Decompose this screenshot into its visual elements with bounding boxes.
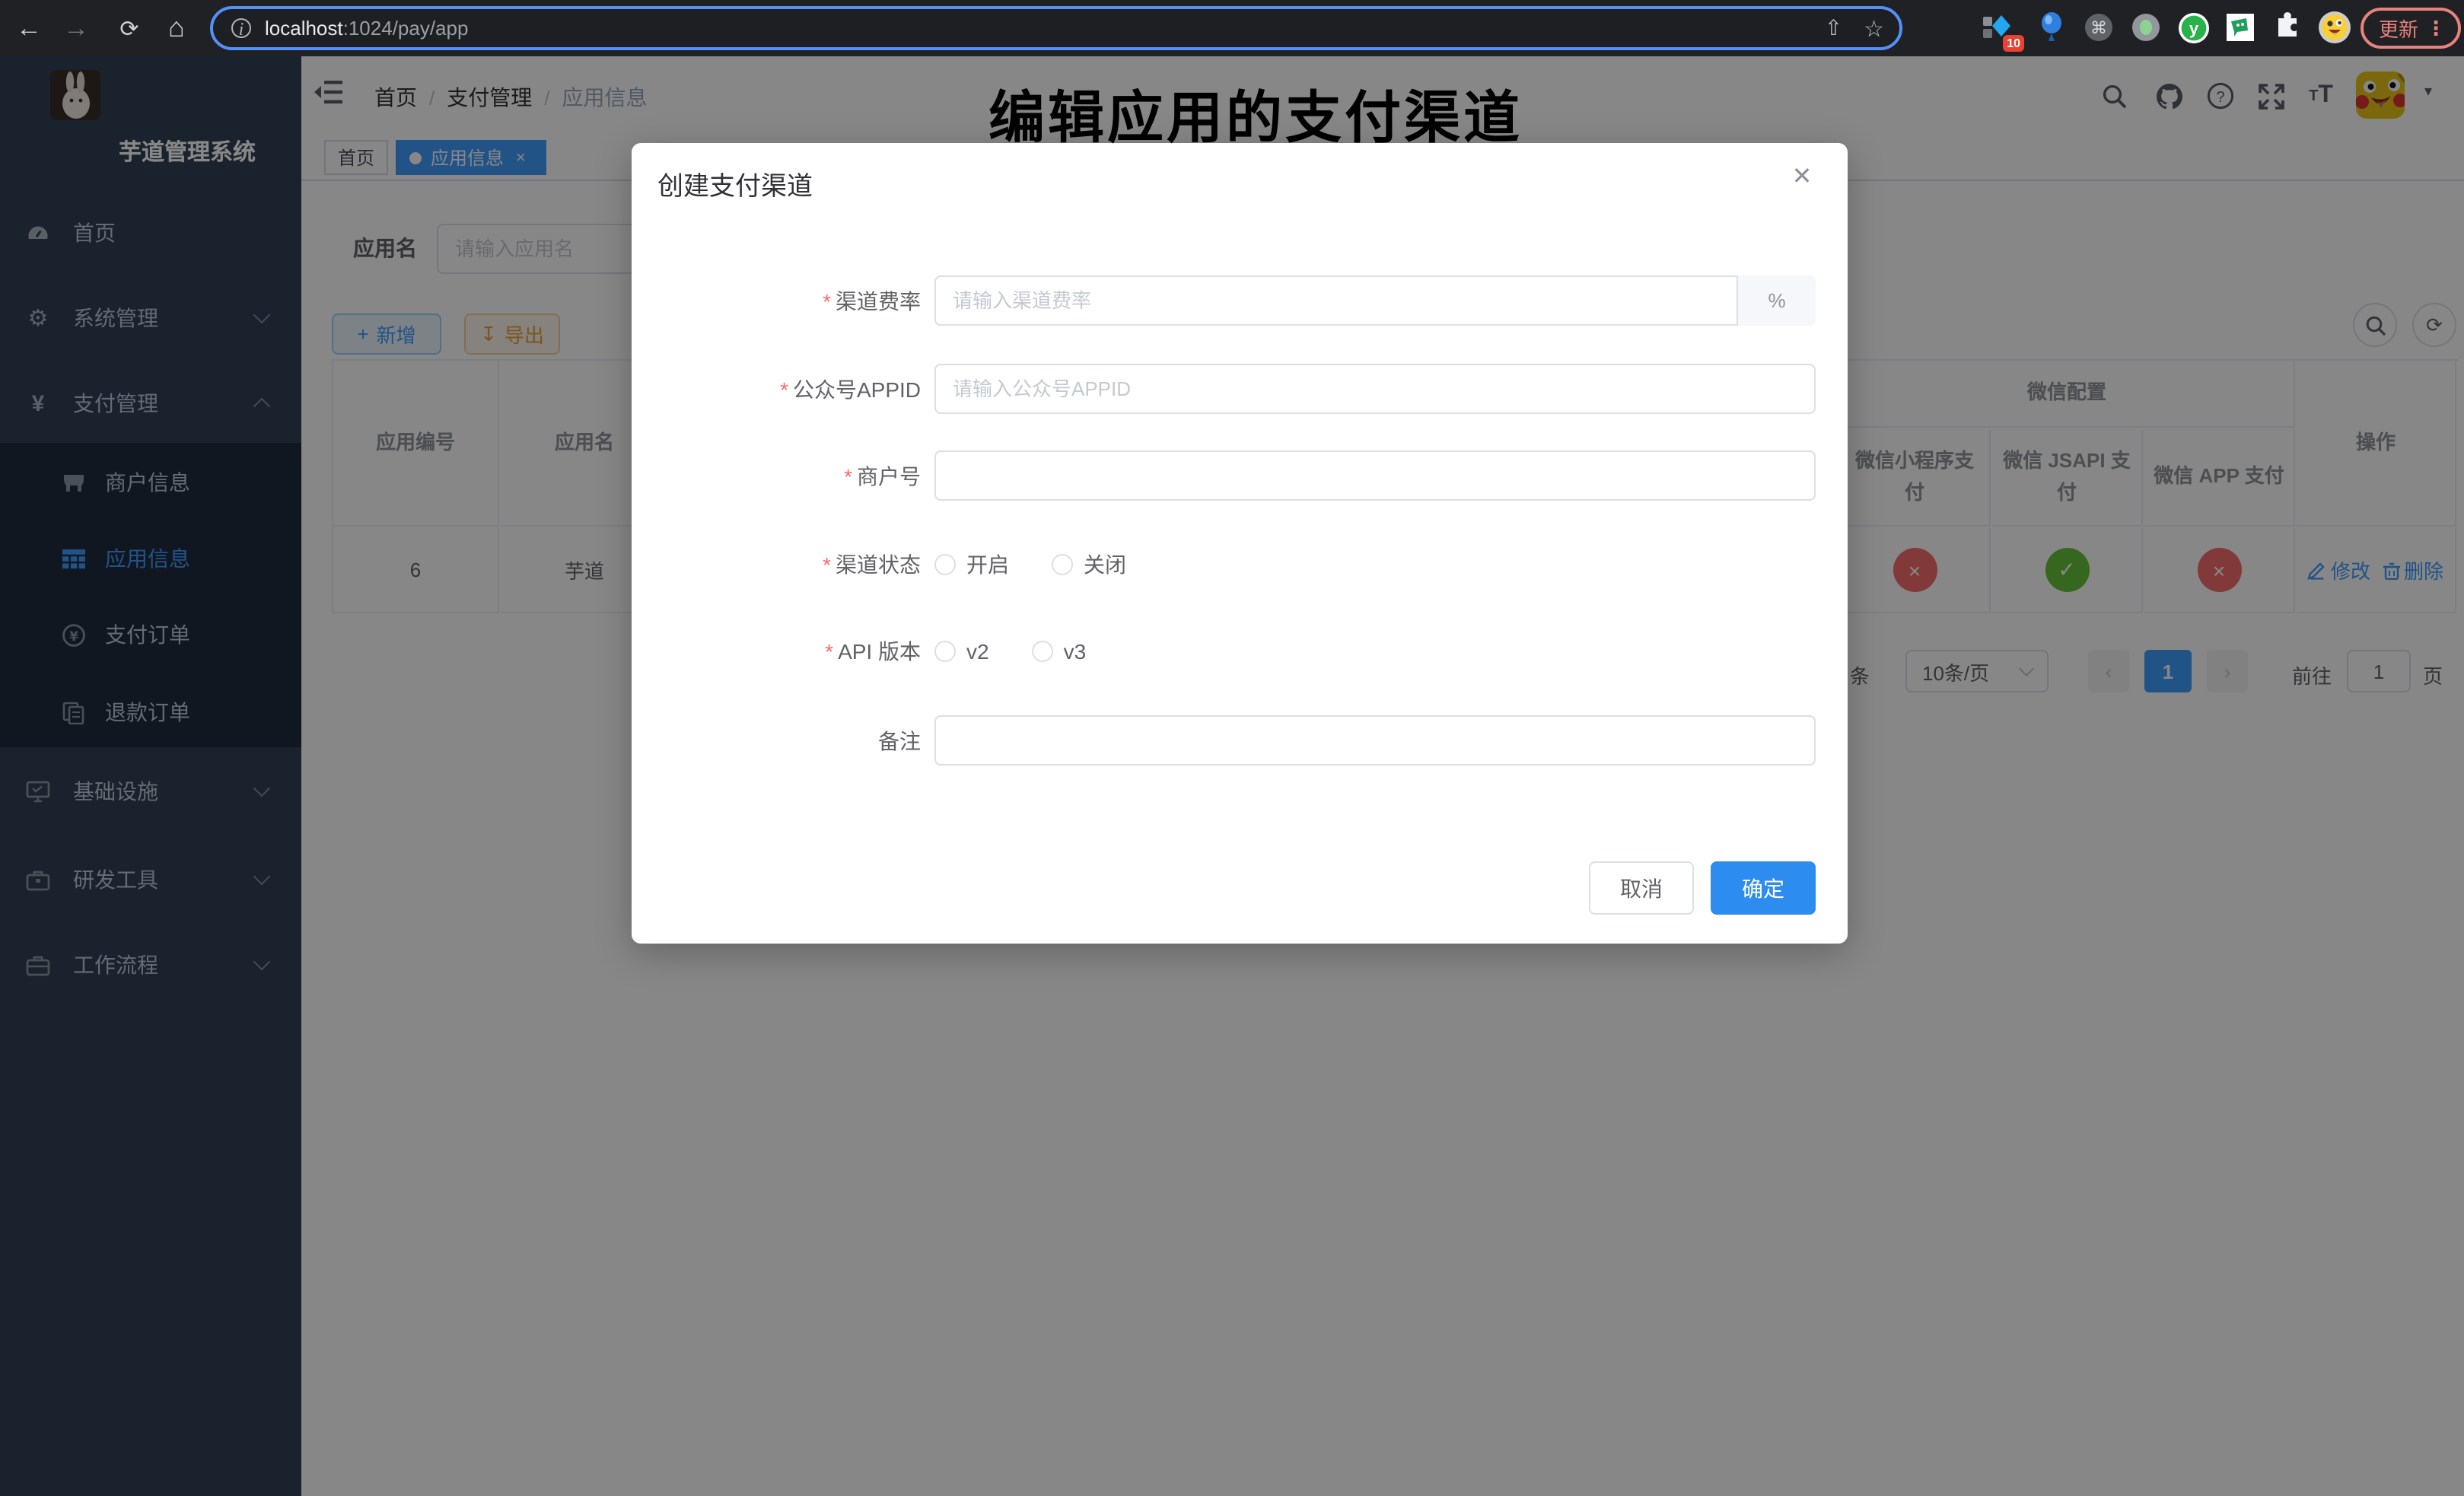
radio-label-off[interactable]: 关闭 [1084,549,1126,580]
status-radio-group: 开启 关闭 [934,543,1169,586]
browser-update-button[interactable]: 更新 ⋮ [2361,8,2461,49]
extension-y-icon[interactable]: y [2175,9,2211,46]
dialog-title: 创建支付渠道 [657,164,813,202]
mchid-field[interactable] [934,450,1816,501]
appid-input[interactable] [934,364,1816,414]
browser-reload-icon[interactable]: ⟳ [107,0,152,56]
share-icon[interactable]: ⇧ [1825,15,1842,41]
url-path: :1024/pay/app [343,17,469,40]
svg-text:y: y [2189,18,2198,37]
site-info-icon[interactable]: i [231,18,251,38]
appid-field[interactable] [934,364,1816,414]
radio-status-off[interactable] [1052,554,1073,575]
field-label-remark: 备注 [632,715,921,766]
browser-back-icon[interactable]: ← [6,0,52,56]
radio-v3[interactable] [1032,641,1053,662]
extension-emoji-avatar[interactable] [2316,9,2353,46]
annotation-text: 编辑应用的支付渠道 [928,72,1583,154]
extension-diamond-icon[interactable]: 10 [1979,9,2015,46]
dialog-close-icon[interactable]: ✕ [1784,158,1820,195]
field-label-rate: *渠道费率 [632,275,921,326]
screen: ← → ⟳ ⌂ i localhost:1024/pay/app ⇧ ☆ 10 … [0,0,2464,1496]
apiver-radio-group: v2 v3 [934,630,1129,673]
field-label-apiver: *API 版本 [632,630,921,673]
update-label: 更新 [2379,14,2418,43]
field-label-mchid: *商户号 [632,450,921,501]
cancel-button[interactable]: 取消 [1589,861,1694,915]
radio-status-on[interactable] [934,554,956,575]
browser-forward-icon[interactable]: → [53,0,99,56]
rate-suffix: % [1737,275,1816,326]
radio-label-on[interactable]: 开启 [966,549,1009,580]
confirm-button[interactable]: 确定 [1711,861,1816,915]
radio-label-v3[interactable]: v3 [1064,639,1087,664]
remark-field[interactable] [934,715,1816,766]
mchid-input[interactable] [934,450,1816,501]
browser-home-icon[interactable]: ⌂ [154,0,199,56]
radio-label-v2[interactable]: v2 [966,639,989,664]
extension-greendot-icon[interactable] [2128,9,2164,46]
radio-v2[interactable] [934,641,956,662]
browser-menu-icon[interactable]: ⋮ [2426,16,2446,40]
extension-balloon-icon[interactable] [2033,9,2070,46]
field-label-status: *渠道状态 [632,543,921,586]
svg-text:⌘: ⌘ [2090,19,2107,38]
url-host: localhost [265,17,343,40]
remark-input[interactable] [934,715,1816,766]
extension-chat-icon[interactable] [2222,9,2259,46]
extension-command-icon[interactable]: ⌘ [2080,9,2117,46]
browser-chrome: ← → ⟳ ⌂ i localhost:1024/pay/app ⇧ ☆ 10 … [0,0,2464,56]
rate-input[interactable] [934,275,1816,326]
bookmark-star-icon[interactable]: ☆ [1864,14,1884,42]
field-label-appid: *公众号APPID [632,364,921,414]
create-channel-dialog: 创建支付渠道 ✕ *渠道费率 % *公众号APPID *商户号 *渠道状态 [632,143,1848,944]
rate-field[interactable]: % [934,275,1816,326]
address-bar[interactable]: i localhost:1024/pay/app ⇧ ☆ [210,6,1902,50]
extension-puzzle-icon[interactable] [2269,9,2306,46]
extension-badge: 10 [2003,35,2024,52]
